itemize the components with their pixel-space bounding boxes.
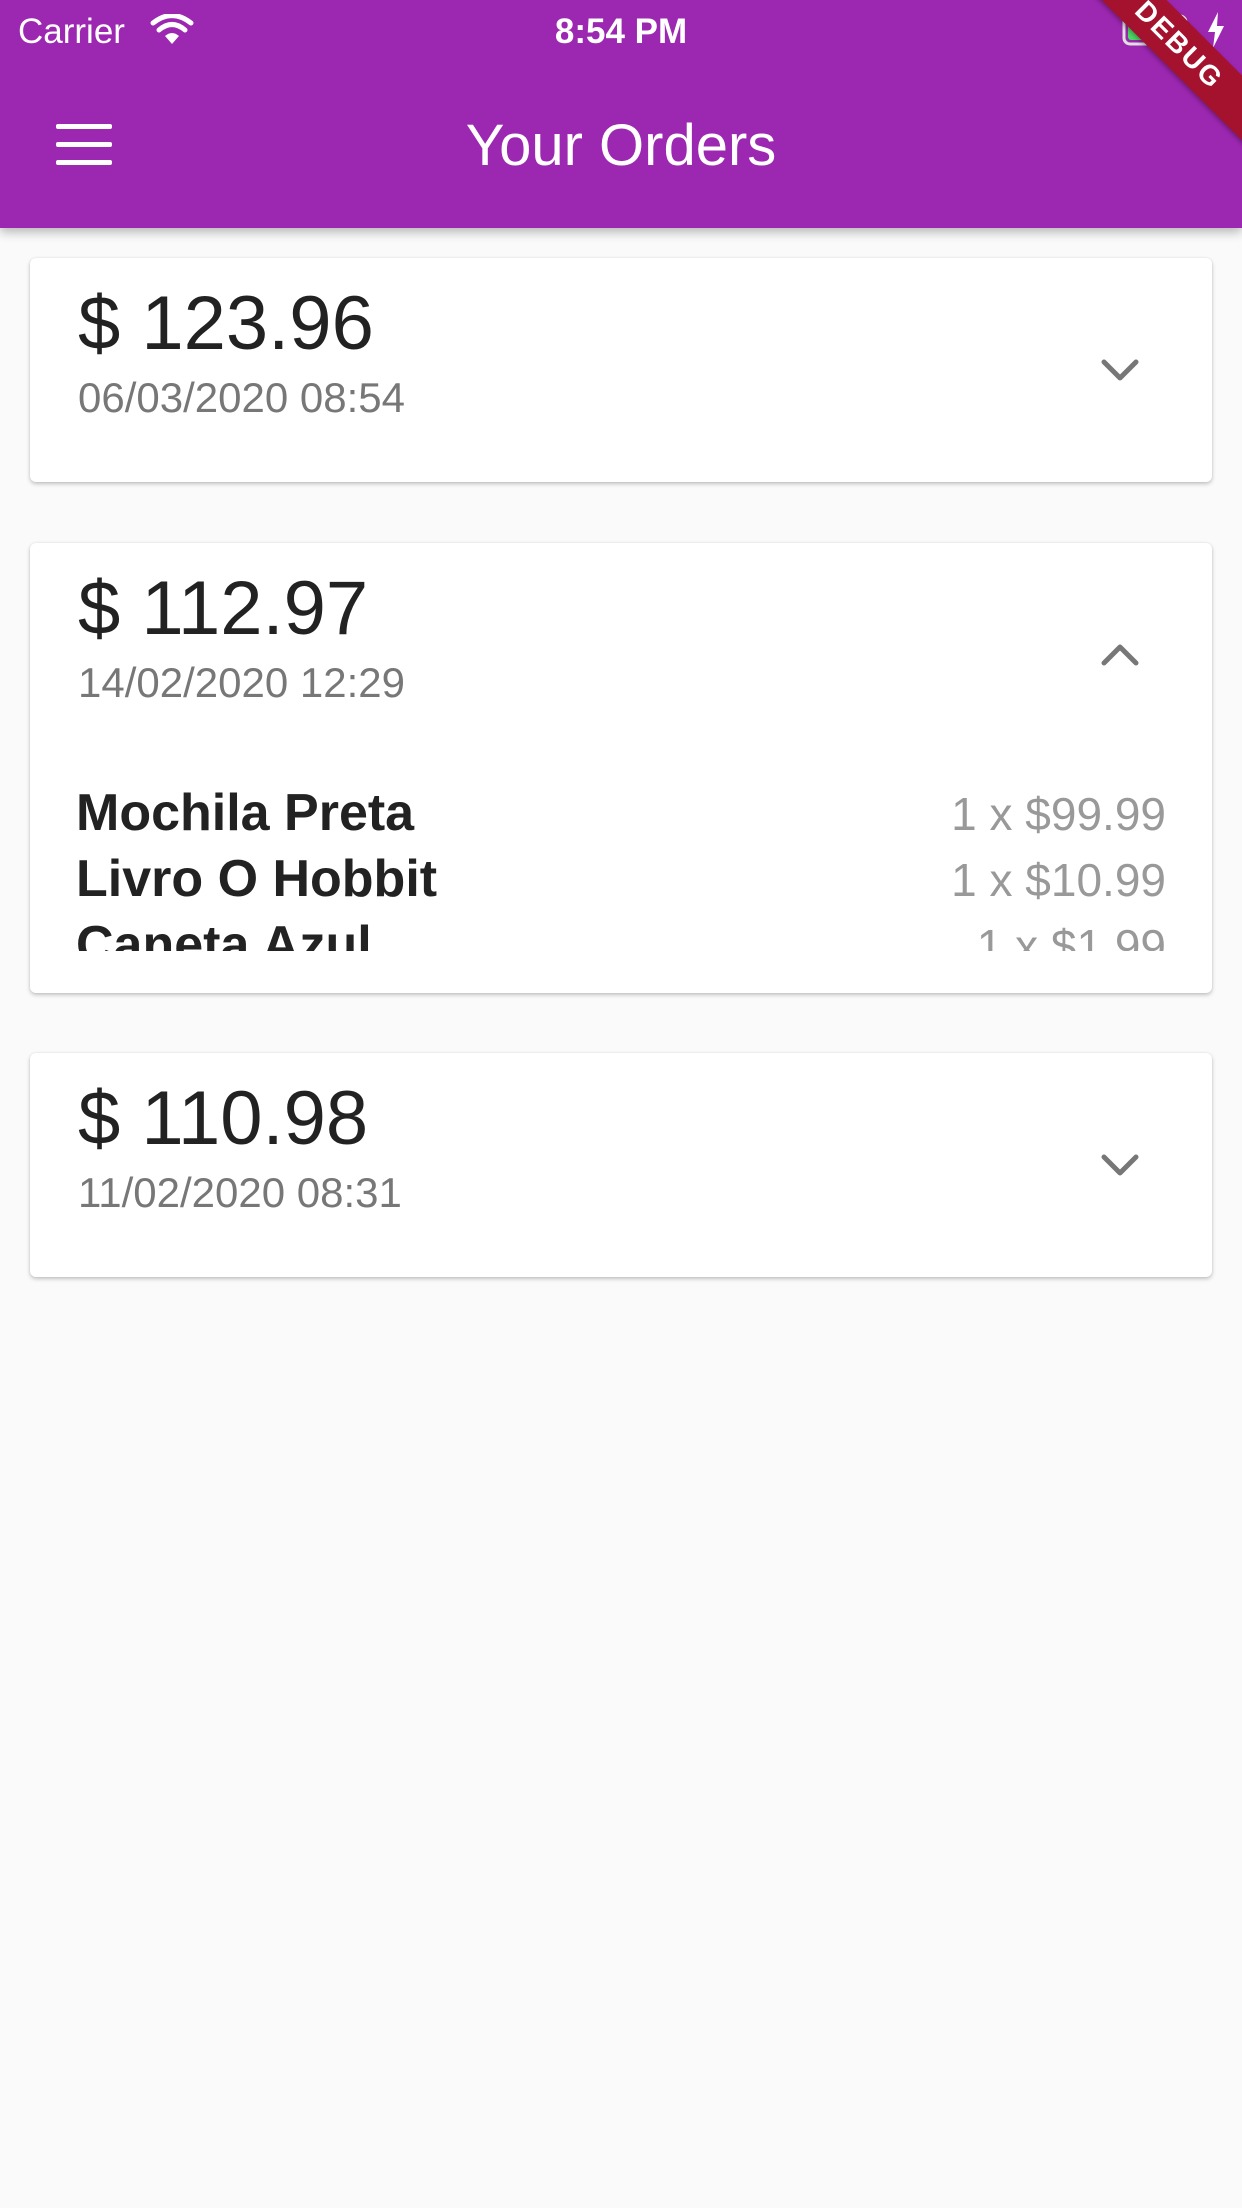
order-total: $ 112.97 bbox=[78, 566, 369, 651]
product-name: Mochila Preta bbox=[76, 784, 415, 842]
order-total: $ 110.98 bbox=[78, 1076, 369, 1161]
product-quantity-price: 1 x $10.99 bbox=[951, 854, 1166, 906]
expand-order-button[interactable] bbox=[1090, 340, 1150, 400]
product-quantity-price: 1 x $1.99 bbox=[976, 920, 1166, 951]
product-row: Livro O Hobbit 1 x $10.99 bbox=[76, 849, 1166, 915]
order-date: 06/03/2020 08:54 bbox=[78, 374, 405, 421]
order-total: $ 123.96 bbox=[78, 281, 374, 366]
order-card[interactable]: $ 123.96 06/03/2020 08:54 bbox=[30, 258, 1212, 482]
order-card[interactable]: $ 110.98 11/02/2020 08:31 bbox=[30, 1053, 1212, 1277]
product-row: Mochila Preta 1 x $99.99 bbox=[76, 783, 1166, 849]
order-card-expanded[interactable]: $ 112.97 14/02/2020 12:29 Mochila Preta … bbox=[30, 543, 1212, 993]
page-title: Your Orders bbox=[465, 113, 777, 178]
product-row: Caneta Azul 1 x $1.99 bbox=[76, 915, 1166, 951]
product-name: Caneta Azul bbox=[76, 916, 372, 951]
order-products-list[interactable]: Mochila Preta 1 x $99.99 Livro O Hobbit … bbox=[76, 783, 1166, 951]
chevron-down-icon bbox=[1101, 359, 1139, 381]
orders-screen: Carrier 8:54 PM Your Orders DEBUG $ 123.… bbox=[0, 0, 1242, 2208]
chevron-up-icon bbox=[1101, 644, 1139, 666]
order-date: 14/02/2020 12:29 bbox=[78, 659, 405, 706]
expand-order-button[interactable] bbox=[1090, 1135, 1150, 1195]
product-name: Livro O Hobbit bbox=[76, 850, 438, 908]
status-bar: Carrier 8:54 PM bbox=[0, 0, 1242, 62]
order-date: 11/02/2020 08:31 bbox=[78, 1169, 402, 1216]
app-bar: Carrier 8:54 PM Your Orders bbox=[0, 0, 1242, 228]
product-quantity-price: 1 x $99.99 bbox=[951, 788, 1166, 840]
collapse-order-button[interactable] bbox=[1090, 625, 1150, 685]
chevron-down-icon bbox=[1101, 1154, 1139, 1176]
status-clock: 8:54 PM bbox=[554, 12, 688, 51]
